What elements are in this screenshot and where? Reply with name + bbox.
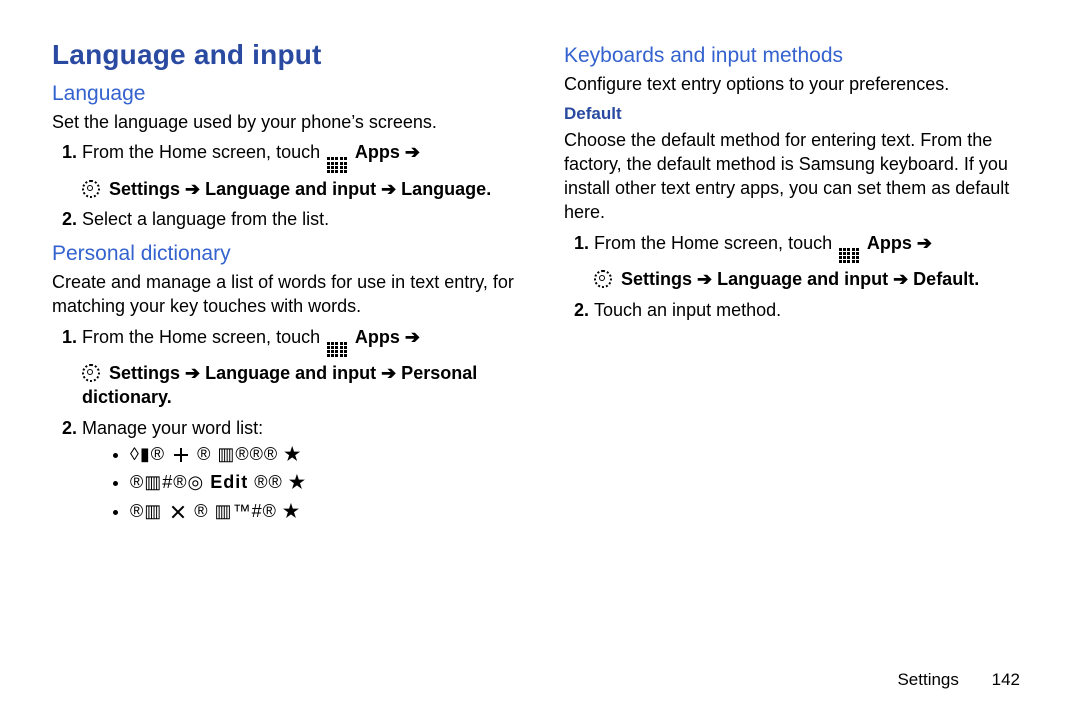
default-intro: Choose the default method for entering t… bbox=[564, 128, 1028, 225]
apps-label: Apps bbox=[867, 233, 912, 253]
apps-grid-icon bbox=[839, 248, 859, 264]
left-column: Language and input Language Set the lang… bbox=[52, 36, 516, 531]
step-text: From the Home screen, touch bbox=[594, 233, 837, 253]
default-path: Settings ➔ Language and input ➔ Default bbox=[621, 269, 974, 289]
manual-page: Language and input Language Set the lang… bbox=[0, 0, 1080, 720]
star-icon: ★ bbox=[283, 501, 300, 521]
two-column-layout: Language and input Language Set the lang… bbox=[52, 36, 1028, 531]
heading-default: Default bbox=[564, 103, 1028, 126]
apps-label: Apps bbox=[355, 327, 400, 347]
default-path-line: Settings ➔ Language and input ➔ Default. bbox=[594, 267, 1028, 291]
apps-grid-icon bbox=[327, 342, 347, 358]
glyph-row-delete: ®▥ ® ▥™#® ★ bbox=[130, 499, 516, 523]
glyph-text: ® ▥™#® bbox=[194, 501, 277, 521]
personal-path: Settings ➔ Language and input ➔ Personal… bbox=[82, 363, 477, 407]
personal-intro: Create and manage a list of words for us… bbox=[52, 270, 516, 319]
glyph-text: ®▥#®◎ bbox=[130, 472, 210, 492]
heading-keyboards: Keyboards and input methods bbox=[564, 42, 1028, 70]
arrow-icon: ➔ bbox=[917, 233, 932, 253]
glyph-text: ® ▥®®® bbox=[197, 444, 278, 464]
personal-step-2: Manage your word list: ◊▮® ® ▥®®® ★ ®▥#®… bbox=[82, 416, 516, 523]
heading-personal-dictionary: Personal dictionary bbox=[52, 240, 516, 268]
star-icon: ★ bbox=[289, 472, 306, 492]
wordlist-actions: ◊▮® ® ▥®®® ★ ®▥#®◎ Edit ®® ★ ®▥ bbox=[82, 442, 516, 523]
glyph-text: ®▥ bbox=[130, 501, 168, 521]
step-text: Manage your word list: bbox=[82, 418, 263, 438]
footer-section: Settings bbox=[897, 670, 958, 689]
apps-grid-icon bbox=[327, 157, 347, 173]
settings-gear-icon bbox=[82, 364, 100, 382]
apps-label: Apps bbox=[355, 142, 400, 162]
glyph-text: ◊▮® bbox=[130, 444, 171, 464]
arrow-icon: ➔ bbox=[405, 142, 420, 162]
page-number: 142 bbox=[992, 669, 1020, 692]
language-path: Settings ➔ Language and input ➔ Language bbox=[109, 179, 486, 199]
language-intro: Set the language used by your phone’s sc… bbox=[52, 110, 516, 134]
default-steps: From the Home screen, touch Apps ➔ Setti… bbox=[564, 231, 1028, 322]
default-step-2: Touch an input method. bbox=[594, 298, 1028, 322]
glyph-row-edit: ®▥#®◎ Edit ®® ★ bbox=[130, 470, 516, 494]
delete-x-icon bbox=[171, 505, 185, 519]
settings-gear-icon bbox=[82, 180, 100, 198]
keyboards-intro: Configure text entry options to your pre… bbox=[564, 72, 1028, 96]
personal-step-1: From the Home screen, touch Apps ➔ Setti… bbox=[82, 325, 516, 410]
step-text: From the Home screen, touch bbox=[82, 142, 325, 162]
personal-steps: From the Home screen, touch Apps ➔ Setti… bbox=[52, 325, 516, 523]
page-footer: Settings 142 bbox=[897, 669, 1020, 692]
star-icon: ★ bbox=[284, 444, 301, 464]
section-title: Language and input bbox=[52, 36, 516, 74]
language-steps: From the Home screen, touch Apps ➔ Setti… bbox=[52, 140, 516, 231]
glyph-text: ®® bbox=[254, 472, 283, 492]
arrow-icon: ➔ bbox=[405, 327, 420, 347]
edit-label: Edit bbox=[210, 472, 248, 492]
heading-language: Language bbox=[52, 80, 516, 108]
language-path-line: Settings ➔ Language and input ➔ Language… bbox=[82, 177, 516, 201]
default-step-1: From the Home screen, touch Apps ➔ Setti… bbox=[594, 231, 1028, 292]
settings-gear-icon bbox=[594, 270, 612, 288]
step-text: From the Home screen, touch bbox=[82, 327, 325, 347]
personal-path-line: Settings ➔ Language and input ➔ Personal… bbox=[82, 361, 516, 410]
language-step-1: From the Home screen, touch Apps ➔ Setti… bbox=[82, 140, 516, 201]
glyph-row-add: ◊▮® ® ▥®®® ★ bbox=[130, 442, 516, 466]
language-step-2: Select a language from the list. bbox=[82, 207, 516, 231]
plus-icon bbox=[174, 448, 188, 462]
right-column: Keyboards and input methods Configure te… bbox=[564, 36, 1028, 531]
